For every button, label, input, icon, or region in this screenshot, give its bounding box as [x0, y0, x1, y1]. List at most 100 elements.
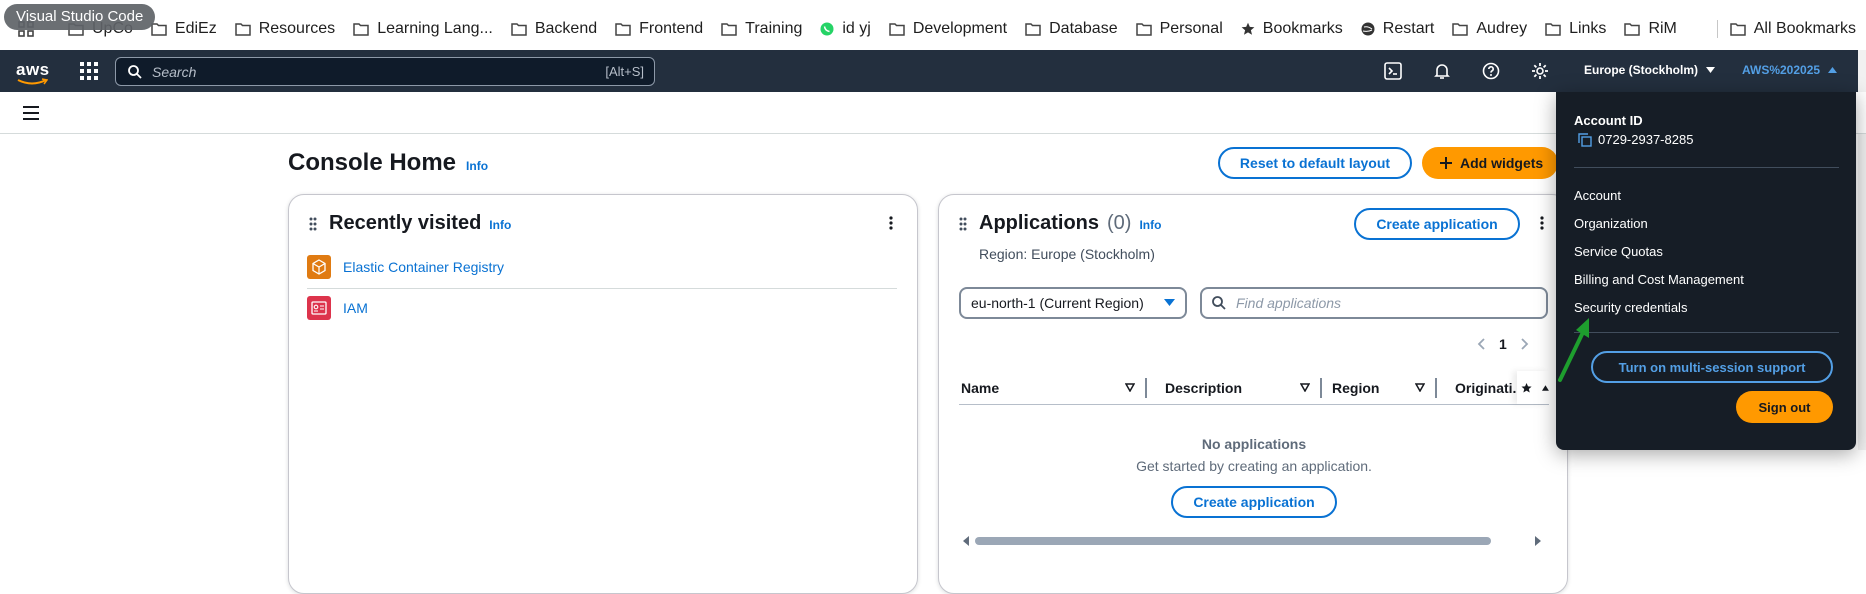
help-icon[interactable] — [1482, 62, 1500, 80]
column-label: Originati... — [1455, 379, 1517, 396]
bookmark-item[interactable]: Bookmarks — [1241, 18, 1343, 40]
region-selector[interactable]: Europe (Stockholm) — [1584, 63, 1716, 77]
bookmark-label: Bookmarks — [1262, 20, 1343, 37]
recent-item-iam[interactable]: IAM — [307, 296, 368, 320]
add-widgets-button[interactable]: Add widgets — [1422, 147, 1558, 179]
scroll-left-icon[interactable] — [963, 536, 971, 546]
empty-create-application-button[interactable]: Create application — [1171, 486, 1337, 518]
bookmark-item[interactable]: Restart — [1361, 18, 1435, 40]
bookmark-item[interactable]: RiM — [1624, 18, 1677, 40]
menu-item-organization[interactable]: Organization — [1574, 212, 1744, 240]
aws-logo-text: aws — [16, 60, 50, 79]
drag-handle-icon[interactable] — [959, 217, 967, 231]
account-label: AWS%202025 — [1742, 63, 1821, 77]
bookmark-label: Frontend — [639, 20, 704, 37]
folder-icon — [151, 22, 167, 36]
bookmark-item[interactable]: Audrey — [1452, 18, 1527, 40]
aws-top-nav: aws Search [Alt+S] Europe (Stockholm) AW… — [0, 50, 1866, 92]
menu-item-service-quotas[interactable]: Service Quotas — [1574, 240, 1744, 268]
bookmark-label: Resources — [258, 20, 336, 37]
services-menu-icon[interactable] — [80, 62, 98, 80]
recent-item-ecr[interactable]: Elastic Container Registry — [307, 255, 504, 279]
bookmark-item[interactable]: Learning Lang... — [353, 18, 493, 40]
bookmark-item[interactable]: Training — [721, 18, 802, 40]
folder-icon — [721, 22, 737, 36]
caret-down-icon — [1706, 67, 1716, 73]
sort-icon — [1125, 383, 1135, 392]
page-info-link[interactable]: Info — [466, 159, 488, 173]
notifications-bell-icon[interactable] — [1433, 62, 1451, 80]
bookmark-item[interactable]: EdiEz — [151, 18, 217, 40]
bookmark-label: Personal — [1159, 20, 1223, 37]
sort-icon — [1300, 383, 1310, 392]
bookmark-item[interactable]: Frontend — [615, 18, 703, 40]
recently-visited-title-text: Recently visited — [329, 212, 482, 234]
aws-logo[interactable]: aws — [16, 60, 50, 86]
applications-info-link[interactable]: Info — [1139, 218, 1161, 232]
hamburger-menu-icon[interactable] — [22, 106, 40, 120]
menu-item-account[interactable]: Account — [1574, 184, 1744, 212]
chevron-left-icon[interactable] — [1477, 338, 1485, 350]
applications-widget: Applications (0) Info Create application… — [938, 194, 1568, 594]
list-divider — [307, 288, 897, 289]
bookmark-item[interactable]: Backend — [511, 18, 597, 40]
page-number[interactable]: 1 — [1499, 336, 1507, 352]
folder-icon — [1730, 23, 1746, 36]
bookmark-item[interactable]: Database — [1025, 18, 1118, 40]
region-label: Europe (Stockholm) — [1584, 63, 1699, 77]
all-bookmarks-button[interactable]: All Bookmarks — [1730, 18, 1856, 40]
menu-item-billing[interactable]: Billing and Cost Management — [1574, 268, 1744, 296]
window-tooltip: Visual Studio Code — [4, 4, 156, 30]
menu-divider — [1574, 167, 1839, 168]
column-header-description[interactable]: Description — [1147, 371, 1322, 404]
cloudshell-icon[interactable] — [1384, 62, 1402, 80]
account-menu-button[interactable]: AWS%202025 — [1742, 63, 1838, 77]
bookmark-item[interactable]: Resources — [234, 18, 336, 40]
chevron-right-icon[interactable] — [1521, 338, 1529, 350]
annotation-arrow — [1556, 316, 1596, 384]
table-horizontal-scrollbar[interactable] — [963, 533, 1541, 549]
drag-handle-icon[interactable] — [309, 217, 317, 231]
region-filter-value: eu-north-1 (Current Region) — [971, 295, 1144, 311]
sign-out-button[interactable]: Sign out — [1736, 391, 1833, 423]
bookmark-item[interactable]: Links — [1545, 18, 1606, 40]
bookmark-label: Training — [745, 20, 803, 37]
copy-icon[interactable] — [1578, 132, 1592, 147]
pagination: 1 — [1477, 336, 1529, 352]
account-id-label: Account ID — [1574, 113, 1643, 128]
bookmarks-bar: UpCoEdiEzResourcesLearning Lang...Backen… — [0, 0, 1866, 50]
more-options-icon[interactable] — [889, 216, 893, 230]
bookmark-label: Restart — [1382, 20, 1435, 37]
region-filter-select[interactable]: eu-north-1 (Current Region) — [959, 287, 1187, 319]
bookmark-item[interactable]: Development — [889, 18, 1007, 40]
account-dropdown-menu: Account ID 0729-2937-8285 Account Organi… — [1556, 92, 1856, 450]
menu-item-security-credentials[interactable]: Security credentials — [1574, 296, 1744, 324]
search-icon — [128, 64, 142, 79]
applications-region-text: Region: Europe (Stockholm) — [979, 246, 1155, 262]
folder-icon — [1135, 22, 1152, 36]
scroll-right-icon[interactable] — [1533, 536, 1541, 546]
applications-count: (0) — [1107, 212, 1132, 234]
create-application-button[interactable]: Create application — [1354, 208, 1520, 240]
find-applications-input[interactable]: Find applications — [1200, 287, 1548, 319]
settings-gear-icon[interactable] — [1531, 62, 1549, 80]
more-options-icon[interactable] — [1540, 216, 1544, 230]
folder-icon — [353, 22, 369, 36]
scrollbar-thumb[interactable] — [974, 537, 1492, 545]
reset-layout-button[interactable]: Reset to default layout — [1218, 147, 1412, 179]
column-header-origination[interactable]: Originati... — [1437, 371, 1517, 404]
folder-icon — [1452, 22, 1469, 36]
bookmark-label: Backend — [534, 20, 598, 37]
bookmark-item[interactable]: Personal — [1135, 18, 1223, 40]
bookmark-label: Links — [1569, 20, 1607, 37]
find-applications-placeholder: Find applications — [1236, 295, 1342, 311]
bookmark-label: Learning Lang... — [377, 20, 493, 37]
recently-visited-info-link[interactable]: Info — [489, 218, 511, 232]
add-widgets-label: Add widgets — [1460, 155, 1544, 171]
bookmark-item[interactable]: id yj — [820, 18, 871, 40]
favorite-column[interactable] — [1517, 371, 1549, 404]
column-header-region[interactable]: Region — [1322, 371, 1437, 404]
multi-session-button[interactable]: Turn on multi-session support — [1591, 351, 1833, 383]
search-input[interactable]: Search [Alt+S] — [115, 57, 655, 86]
column-header-name[interactable]: Name — [959, 371, 1147, 404]
